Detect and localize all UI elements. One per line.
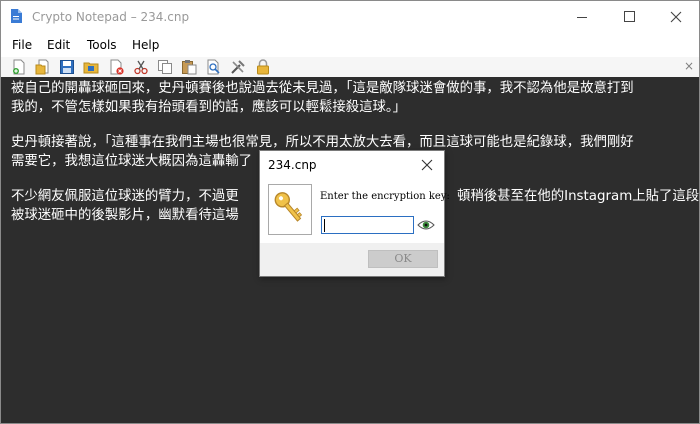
find-icon[interactable]: [206, 59, 222, 75]
menu-edit[interactable]: Edit: [47, 33, 70, 57]
lock-icon[interactable]: [255, 59, 271, 75]
minimize-icon: [577, 17, 587, 18]
encryption-key-input[interactable]: [321, 216, 414, 234]
open-folder-icon[interactable]: [35, 59, 51, 75]
settings-icon[interactable]: [230, 59, 246, 75]
toolbar-close-icon[interactable]: ×: [683, 59, 695, 73]
new-file-icon[interactable]: [11, 59, 27, 75]
editor-paragraph: 被自己的開轟球砸回來，史丹頓賽後也說過去從未見過，「這是敵隊球迷會做的事，我不認…: [11, 79, 691, 117]
encryption-key-label: Enter the encryption key:: [320, 191, 450, 202]
key-image-frame: [268, 184, 312, 235]
window-title: Crypto Notepad – 234.cnp: [32, 10, 190, 24]
menu-bar: File Edit Tools Help: [1, 33, 699, 57]
save-as-icon[interactable]: [83, 59, 99, 75]
close-icon: [670, 11, 682, 23]
toolbar: ×: [1, 57, 699, 77]
ok-button[interactable]: OK: [368, 250, 438, 268]
eye-icon: [417, 220, 435, 230]
maximize-icon: [624, 11, 635, 22]
editor-line-right: 頓稍後甚至在他的Instagram上貼了這段: [457, 189, 700, 204]
menu-help[interactable]: Help: [132, 33, 159, 57]
app-window: Crypto Notepad – 234.cnp File Edit Tools…: [0, 0, 700, 424]
delete-icon[interactable]: [109, 59, 125, 75]
dialog-title: 234.cnp: [268, 158, 317, 172]
notepad-app-icon: [11, 9, 22, 23]
editor-line-left: 不少網友佩服這位球迷的臂力，不過更: [11, 189, 239, 204]
editor-line: 被自己的開轟球砸回來，史丹頓賽後也說過去從未見過，「這是敵隊球迷會做的事，我不認…: [11, 81, 634, 96]
dialog-footer: OK: [260, 243, 444, 276]
cut-icon[interactable]: [133, 59, 149, 75]
menu-file[interactable]: File: [12, 33, 32, 57]
key-icon: [274, 192, 303, 222]
close-button[interactable]: [653, 1, 699, 33]
title-bar: Crypto Notepad – 234.cnp: [1, 1, 699, 33]
dialog-close-button[interactable]: [412, 151, 442, 179]
paste-icon[interactable]: [181, 59, 197, 75]
text-caret: [324, 219, 325, 232]
encryption-key-dialog: 234.cnp Enter the encryption key: OK: [259, 150, 450, 277]
minimize-button[interactable]: [560, 1, 606, 33]
show-key-button[interactable]: [417, 216, 435, 234]
menu-tools[interactable]: Tools: [87, 33, 117, 57]
copy-icon[interactable]: [157, 59, 173, 75]
maximize-button[interactable]: [607, 1, 653, 33]
save-icon[interactable]: [59, 59, 75, 75]
editor-line: 我的，不管怎樣如果我有抬頭看到的話，應該可以輕鬆接殺這球。」: [11, 100, 407, 115]
close-icon: [421, 159, 433, 171]
